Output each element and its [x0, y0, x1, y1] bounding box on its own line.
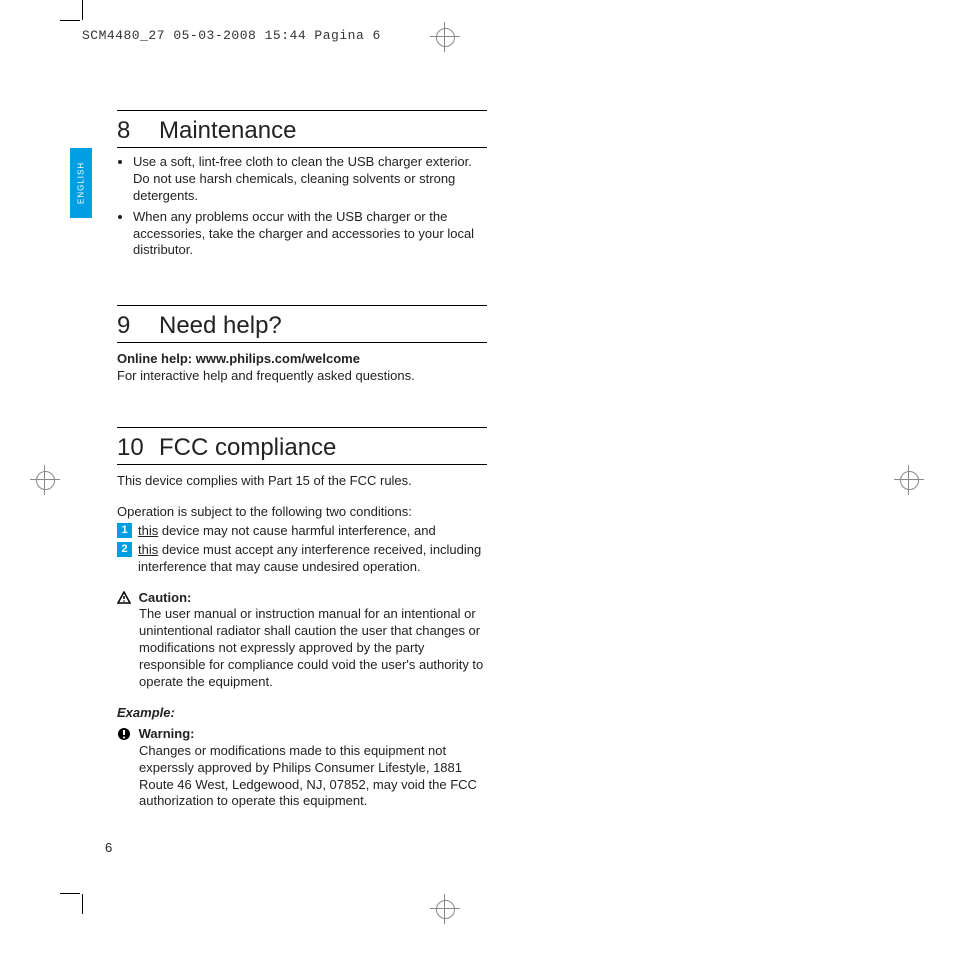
warning-block: Warning: Changes or modifications made t…: [117, 726, 487, 810]
warning-label: Warning:: [139, 726, 195, 741]
caution-body: The user manual or instruction manual fo…: [117, 606, 487, 690]
page-content: 8 Maintenance Use a soft, lint-free clot…: [117, 110, 487, 810]
condition-1: 1 this device may not cause harmful inte…: [117, 523, 487, 540]
online-help-label: Online help: www.philips.com/welcome: [117, 351, 360, 366]
underline-text: this: [138, 542, 158, 557]
section-8-heading: 8 Maintenance: [117, 110, 487, 148]
step-text: device may not cause harmful interferenc…: [158, 523, 435, 538]
section-9-heading: 9 Need help?: [117, 305, 487, 343]
section-title: FCC compliance: [159, 434, 336, 462]
list-item: Use a soft, lint-free cloth to clean the…: [133, 154, 487, 205]
section-10-heading: 10 FCC compliance: [117, 427, 487, 465]
step-text: device must accept any interference rece…: [138, 542, 481, 574]
step-number-2: 2: [117, 542, 132, 557]
warning-body: Changes or modifications made to this eq…: [117, 743, 487, 811]
list-item: When any problems occur with the USB cha…: [133, 209, 487, 260]
caution-label: Caution:: [139, 590, 192, 605]
language-tab: ENGLISH: [70, 148, 92, 218]
print-header: SCM4480_27 05-03-2008 15:44 Pagina 6: [82, 28, 381, 43]
section-number: 9: [117, 312, 159, 340]
fcc-conditions-intro: Operation is subject to the following tw…: [117, 504, 487, 521]
section-title: Need help?: [159, 312, 282, 340]
step-number-1: 1: [117, 523, 132, 538]
caution-icon: [117, 591, 131, 605]
warning-icon: [117, 727, 131, 741]
page-number: 6: [105, 840, 112, 855]
maintenance-list: Use a soft, lint-free cloth to clean the…: [117, 154, 487, 259]
caution-block: Caution: The user manual or instruction …: [117, 590, 487, 691]
condition-2: 2 this device must accept any interferen…: [117, 542, 487, 576]
example-label: Example:: [117, 705, 487, 720]
online-help-desc: For interactive help and frequently aske…: [117, 368, 415, 383]
underline-text: this: [138, 523, 158, 538]
online-help: Online help: www.philips.com/welcome For…: [117, 351, 487, 385]
section-number: 8: [117, 117, 159, 145]
section-title: Maintenance: [159, 117, 296, 145]
fcc-intro: This device complies with Part 15 of the…: [117, 473, 487, 490]
section-number: 10: [117, 434, 159, 462]
